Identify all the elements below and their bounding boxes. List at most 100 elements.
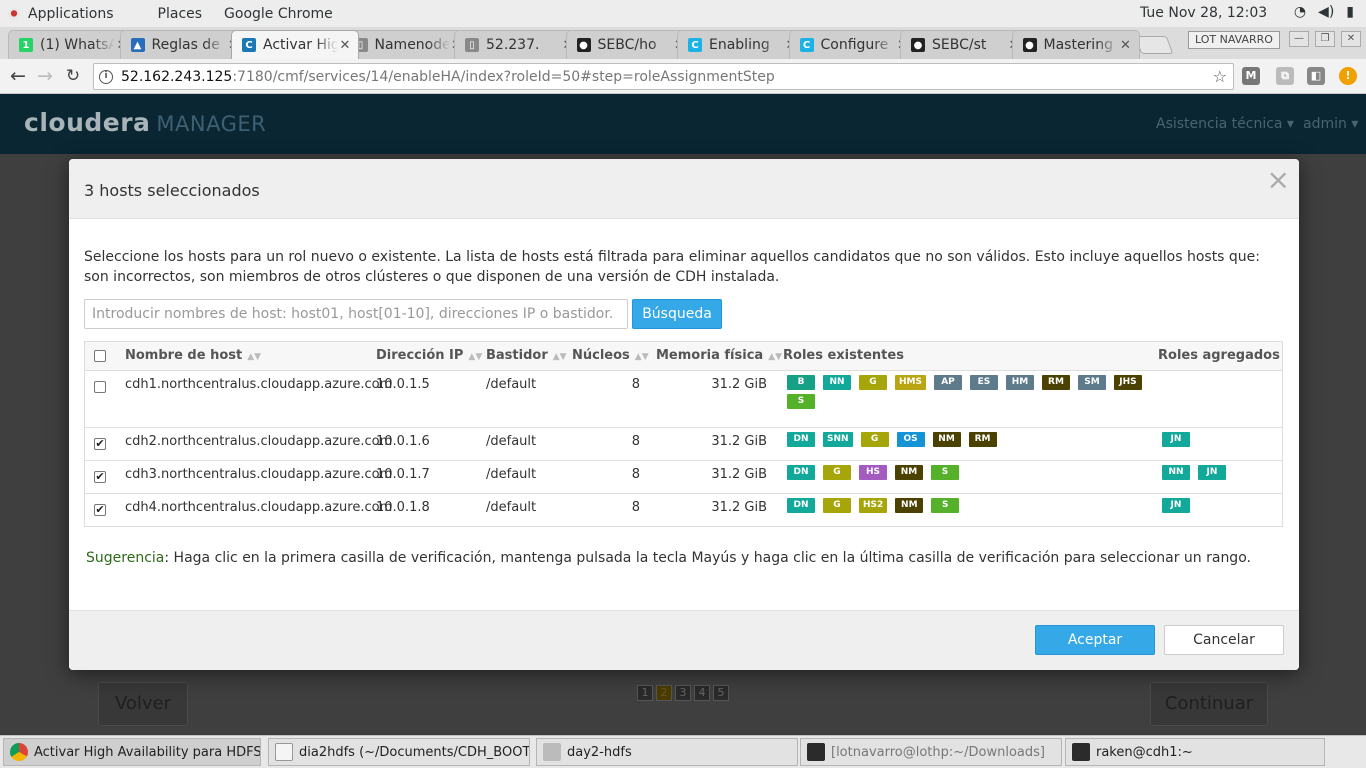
wizard-step: 3 <box>675 685 691 701</box>
role-badge[interactable]: ES <box>969 375 998 390</box>
close-tab-icon[interactable]: ✕ <box>338 38 352 53</box>
minimize-button[interactable]: — <box>1289 31 1309 47</box>
role-badge[interactable]: RM <box>1041 375 1070 390</box>
browser-tab[interactable]: ▯52.237.✕ <box>454 30 582 59</box>
reload-icon[interactable]: ↻ <box>62 65 84 87</box>
close-window-button[interactable]: ✕ <box>1341 31 1361 47</box>
role-badge[interactable]: NN <box>823 375 851 390</box>
role-badge[interactable]: B <box>787 375 815 390</box>
cores: 8 <box>631 434 640 449</box>
role-badge[interactable]: NN <box>1162 465 1190 480</box>
select-all-checkbox[interactable] <box>94 350 106 362</box>
role-badge[interactable]: G <box>823 465 851 480</box>
host-search-input[interactable] <box>84 299 628 329</box>
browser-tab[interactable]: ▯Namenode✕ <box>342 30 471 59</box>
role-badge[interactable]: RM <box>968 432 997 447</box>
bookmark-star-icon[interactable]: ☆ <box>1213 67 1227 86</box>
host-checkbox[interactable]: ✔ <box>94 438 106 450</box>
search-button[interactable]: Búsqueda <box>632 299 722 329</box>
app-menu[interactable]: Google Chrome <box>224 6 333 22</box>
tab-title: Enabling <box>709 37 770 53</box>
info-icon[interactable]: i <box>99 69 113 84</box>
browser-tab[interactable]: C Activar High✕ <box>231 30 359 59</box>
role-badge[interactable]: DN <box>787 498 815 513</box>
browser-tab[interactable]: ▲Reglas de✕ <box>119 30 248 59</box>
browser-tab[interactable]: CConfigure✕ <box>788 30 917 59</box>
cloudera-logo[interactable]: cloudera MANAGER <box>24 108 266 137</box>
update-alert-icon[interactable]: ! <box>1339 67 1357 85</box>
role-badge[interactable]: SNN <box>823 432 853 447</box>
browser-tab[interactable]: ● Mastering ✕ <box>1011 30 1140 59</box>
browser-tab[interactable]: ●SEBC/st✕ <box>900 30 1028 59</box>
taskbar-window[interactable]: Activar High Availability para HDFS -... <box>3 738 261 766</box>
column-header-memory[interactable]: Memoria física ▲▼ <box>656 348 782 363</box>
browser-tab-strip: LOT NAVARRO — ❐ ✕ 1 (1) WhatsApp ✕ ▲ Reglas … <box>0 27 1366 59</box>
role-badge[interactable]: DN <box>787 465 815 480</box>
table-row[interactable]: ✔ cdh2.northcentralus.cloudapp.azure.com 1… <box>85 428 1282 461</box>
role-badge[interactable]: HMS <box>895 375 926 390</box>
role-badge[interactable]: JN <box>1198 465 1226 480</box>
close-icon[interactable]: × <box>1267 163 1290 196</box>
new-tab-button[interactable] <box>1134 36 1174 54</box>
taskbar-window[interactable]: raken@cdh1:~ <box>1065 738 1325 766</box>
gmail-extension-icon[interactable]: M <box>1242 67 1260 85</box>
column-header-rack[interactable]: Bastidor ▲▼ <box>486 348 567 363</box>
extension-icon[interactable]: ◧ <box>1307 67 1325 85</box>
role-badge[interactable]: HS2 <box>859 498 888 513</box>
role-badge[interactable]: NM <box>932 432 961 447</box>
role-badge[interactable]: JN <box>1162 498 1190 513</box>
support-menu[interactable]: Asistencia técnica ▾ <box>1156 116 1294 132</box>
role-badge[interactable]: S <box>931 498 960 513</box>
browser-tab[interactable]: 1(1) WhatsApp✕ <box>8 30 136 59</box>
role-badge[interactable]: JHS <box>1113 375 1142 390</box>
back-arrow-icon[interactable]: ← <box>7 65 29 87</box>
role-badge[interactable]: DN <box>787 432 815 447</box>
table-row[interactable]: ✔ cdh3.northcentralus.cloudapp.azure.com 1… <box>85 461 1282 494</box>
extension-icon[interactable]: ⧉ <box>1276 67 1294 85</box>
continue-button[interactable]: Continuar <box>1150 682 1268 726</box>
column-header-host[interactable]: Nombre de host ▲▼ <box>125 348 261 363</box>
role-badge[interactable]: S <box>931 465 959 480</box>
role-badge[interactable]: HS <box>859 465 887 480</box>
forward-arrow-icon[interactable]: → <box>34 65 56 87</box>
role-badge[interactable]: JN <box>1162 432 1190 447</box>
host-checkbox[interactable] <box>94 381 106 393</box>
role-badge[interactable]: NM <box>895 498 924 513</box>
close-tab-icon[interactable]: ✕ <box>1119 38 1133 53</box>
role-badge[interactable]: G <box>859 375 887 390</box>
browser-tab[interactable]: ●SEBC/ho✕ <box>565 30 694 59</box>
wizard-step: 4 <box>694 685 710 701</box>
cancel-button[interactable]: Cancelar <box>1164 625 1284 655</box>
taskbar-window[interactable]: day2-hdfs <box>536 738 798 766</box>
places-menu[interactable]: Places <box>158 6 203 22</box>
taskbar-window[interactable]: dia2hdfs (~/Documents/CDH_BOOT... <box>268 738 530 766</box>
system-tray[interactable]: ◔ ◀) ▮ <box>1294 4 1354 20</box>
role-badge[interactable]: HM <box>1005 375 1034 390</box>
fedora-icon <box>8 7 20 20</box>
maximize-button[interactable]: ❐ <box>1315 31 1335 47</box>
back-button[interactable]: Volver <box>98 682 188 726</box>
clock[interactable]: Tue Nov 28, 12:03 <box>1140 5 1267 21</box>
column-header-ip[interactable]: Dirección IP ▲▼ <box>376 348 482 363</box>
user-menu[interactable]: admin ▾ <box>1303 116 1358 132</box>
profile-button[interactable]: LOT NAVARRO <box>1188 31 1280 49</box>
cloudera-icon: C <box>799 38 814 52</box>
taskbar-window[interactable]: [lotnavarro@lothp:~/Downloads] <box>800 738 1062 766</box>
column-header-cores[interactable]: Núcleos ▲▼ <box>572 348 649 363</box>
role-badge[interactable]: G <box>823 498 851 513</box>
role-badge[interactable]: S <box>787 394 815 409</box>
applications-menu[interactable]: Applications <box>8 6 136 22</box>
host-checkbox[interactable]: ✔ <box>94 471 106 483</box>
address-bar[interactable]: i 52.162.243.125:7180/cmf/services/14/en… <box>93 63 1234 90</box>
role-badge[interactable]: NM <box>895 465 923 480</box>
accept-button[interactable]: Aceptar <box>1035 625 1155 655</box>
host-checkbox[interactable]: ✔ <box>94 504 106 516</box>
role-badge[interactable]: SM <box>1077 375 1106 390</box>
role-badge[interactable]: OS <box>896 432 925 447</box>
role-badge[interactable]: AP <box>933 375 962 390</box>
table-row[interactable]: cdh1.northcentralus.cloudapp.azure.com 10… <box>85 371 1282 428</box>
browser-tab[interactable]: CEnabling✕ <box>677 30 805 59</box>
role-badge[interactable]: G <box>860 432 889 447</box>
rack: /default <box>486 467 537 482</box>
table-row[interactable]: ✔ cdh4.northcentralus.cloudapp.azure.com 1… <box>85 494 1282 526</box>
